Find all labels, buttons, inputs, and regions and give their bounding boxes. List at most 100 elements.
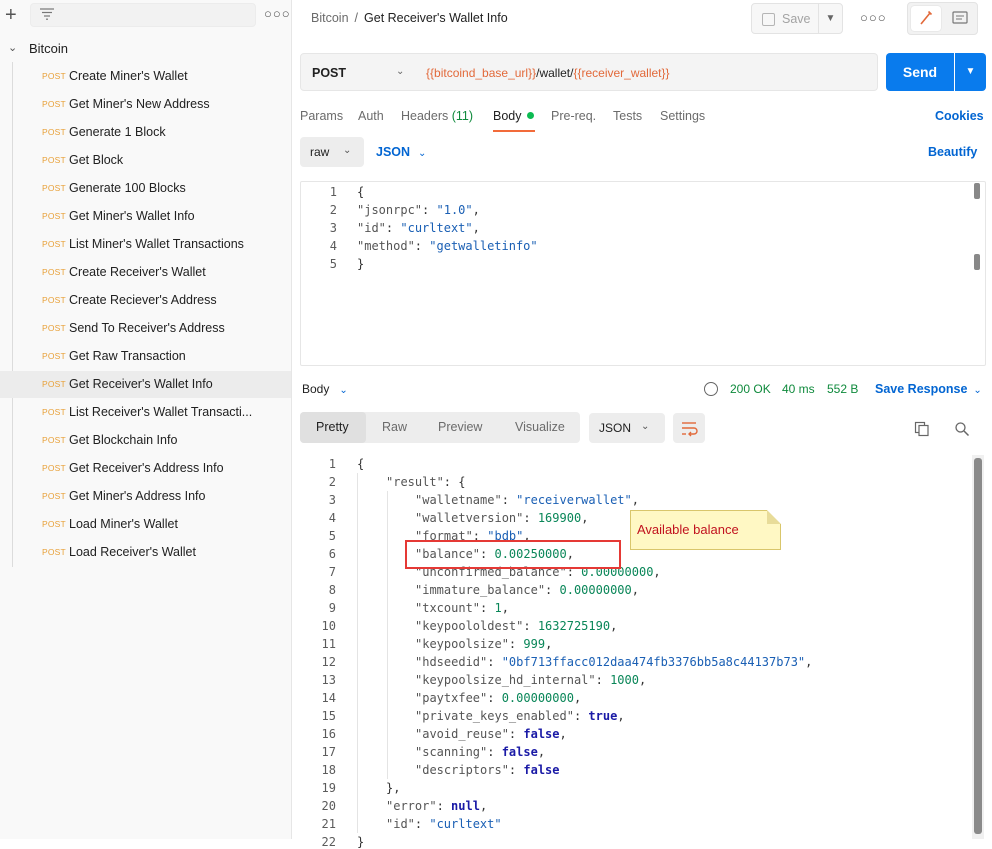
request-name: Get Miner's Wallet Info bbox=[69, 209, 195, 223]
code-line: "jsonrpc": "1.0", bbox=[357, 203, 480, 217]
tab-prereq[interactable]: Pre-req. bbox=[551, 109, 596, 123]
response-format-select[interactable]: JSON ⌄ bbox=[589, 413, 665, 443]
code-token: : bbox=[414, 817, 430, 831]
editor-scrollbar[interactable] bbox=[974, 183, 980, 199]
line-number: 2 bbox=[329, 203, 337, 217]
tab-raw[interactable]: Raw bbox=[382, 420, 407, 434]
line-number: 3 bbox=[329, 221, 337, 235]
body-language-select[interactable]: JSON ⌄ bbox=[376, 145, 426, 159]
tab-settings[interactable]: Settings bbox=[660, 109, 705, 123]
tab-headers[interactable]: Headers (11) bbox=[401, 109, 473, 123]
annotation-note-text: Available balance bbox=[637, 522, 739, 537]
code-token: : bbox=[508, 637, 524, 651]
sidebar-request-item[interactable]: POST Get Receiver's Address Info bbox=[0, 455, 291, 482]
sidebar-request-item[interactable]: POST Get Blockchain Info bbox=[0, 427, 291, 454]
tab-body[interactable]: Body bbox=[493, 109, 522, 123]
page-title[interactable]: Get Receiver's Wallet Info bbox=[364, 11, 508, 25]
indent-guide bbox=[387, 491, 388, 779]
code-token: "0bf713ffacc012daa474fb3376bb5a8c44137b7… bbox=[501, 655, 806, 669]
request-method-badge: POST bbox=[42, 519, 66, 529]
method-select[interactable]: POST ⌄ bbox=[300, 53, 416, 91]
sidebar-request-item[interactable]: POST Create Miner's Wallet bbox=[0, 63, 291, 90]
tab-pretty[interactable]: Pretty bbox=[316, 420, 349, 434]
collection-header[interactable]: ⌄ Bitcoin bbox=[0, 38, 292, 60]
indent-guide bbox=[357, 473, 358, 833]
tab-tests[interactable]: Tests bbox=[613, 109, 642, 123]
code-line: "keypoolsize": 999, bbox=[415, 637, 552, 651]
tab-preview[interactable]: Preview bbox=[438, 420, 482, 434]
sidebar-request-item[interactable]: POST Generate 1 Block bbox=[0, 119, 291, 146]
save-response-button[interactable]: Save Response ⌄ bbox=[875, 382, 982, 396]
editor-scrollbar[interactable] bbox=[974, 254, 980, 270]
beautify-button[interactable]: Beautify bbox=[928, 145, 977, 159]
breadcrumb-parent[interactable]: Bitcoin bbox=[311, 11, 349, 25]
more-icon[interactable]: ○○○ bbox=[264, 6, 291, 21]
code-line: "result": { bbox=[386, 475, 465, 489]
response-size[interactable]: 552 B bbox=[827, 382, 858, 396]
tab-params[interactable]: Params bbox=[300, 109, 343, 123]
url-input[interactable]: {{bitcoind_base_url}}/wallet/{{receiver_… bbox=[415, 53, 878, 91]
code-line: "descriptors": false bbox=[415, 763, 560, 777]
tab-auth[interactable]: Auth bbox=[358, 109, 384, 123]
request-method-badge: POST bbox=[42, 463, 66, 473]
tab-visualize[interactable]: Visualize bbox=[515, 420, 565, 434]
cookies-link[interactable]: Cookies bbox=[935, 109, 984, 123]
response-status[interactable]: 200 OK bbox=[730, 382, 771, 396]
collection-name: Bitcoin bbox=[29, 41, 69, 56]
save-dropdown-button[interactable]: ▼ bbox=[818, 3, 843, 34]
view-mode-toggle bbox=[907, 2, 978, 35]
body-indicator-dot bbox=[527, 112, 534, 119]
sidebar-request-item[interactable]: POST Load Receiver's Wallet bbox=[0, 539, 291, 566]
sidebar-request-item[interactable]: POST Create Receiver's Wallet bbox=[0, 259, 291, 286]
wrap-lines-button[interactable] bbox=[673, 413, 705, 443]
plus-icon[interactable]: + bbox=[5, 4, 17, 26]
line-number: 8 bbox=[328, 583, 336, 597]
save-label: Save bbox=[782, 12, 811, 26]
more-icon[interactable]: ○○○ bbox=[860, 10, 887, 25]
sidebar-request-item[interactable]: POST Get Miner's Wallet Info bbox=[0, 203, 291, 230]
response-time[interactable]: 40 ms bbox=[782, 382, 815, 396]
line-number: 7 bbox=[328, 565, 336, 579]
line-number: 15 bbox=[321, 709, 336, 723]
edit-button[interactable] bbox=[911, 6, 941, 31]
response-scrollbar[interactable] bbox=[972, 455, 984, 839]
scrollbar-thumb[interactable] bbox=[974, 458, 982, 834]
sidebar-request-item[interactable]: POST Send To Receiver's Address bbox=[0, 315, 291, 342]
response-section-select[interactable]: Body ⌄ bbox=[302, 382, 348, 396]
globe-icon[interactable] bbox=[704, 382, 718, 396]
sidebar-request-item[interactable]: POST Get Miner's New Address bbox=[0, 91, 291, 118]
sidebar-request-item[interactable]: POST Get Raw Transaction bbox=[0, 343, 291, 370]
sidebar-request-item[interactable]: POST Get Receiver's Wallet Info bbox=[0, 371, 291, 398]
sidebar-request-item[interactable]: POST Get Block bbox=[0, 147, 291, 174]
request-body-editor[interactable]: 1 {2 "jsonrpc": "1.0", 3 "id": "curltext", 4 "… bbox=[300, 181, 986, 366]
line-number: 20 bbox=[321, 799, 336, 813]
request-method-badge: POST bbox=[42, 127, 66, 137]
copy-icon[interactable] bbox=[914, 421, 930, 437]
sidebar-request-item[interactable]: POST List Miner's Wallet Transactions bbox=[0, 231, 291, 258]
url-path: /wallet/ bbox=[536, 66, 574, 80]
request-method-badge: POST bbox=[42, 547, 66, 557]
sidebar-request-item[interactable]: POST Get Miner's Address Info bbox=[0, 483, 291, 510]
sidebar-request-item[interactable]: POST Generate 100 Blocks bbox=[0, 175, 291, 202]
send-button[interactable]: Send bbox=[886, 53, 954, 91]
code-line: "txcount": 1, bbox=[415, 601, 509, 615]
code-token: , bbox=[653, 565, 661, 579]
save-button[interactable]: Save bbox=[751, 3, 819, 34]
code-token: "avoid_reuse" bbox=[415, 727, 509, 741]
line-number: 18 bbox=[321, 763, 336, 777]
body-mode-select[interactable]: raw ⌄ bbox=[300, 137, 364, 167]
code-token: : bbox=[545, 583, 560, 597]
code-token: false bbox=[523, 727, 560, 741]
annotation-note: Available balance bbox=[630, 510, 781, 550]
code-line: "avoid_reuse": false, bbox=[415, 727, 567, 741]
sidebar-request-item[interactable]: POST List Receiver's Wallet Transacti... bbox=[0, 399, 291, 426]
code-token: : bbox=[508, 727, 524, 741]
sidebar-request-item[interactable]: POST Create Reciever's Address bbox=[0, 287, 291, 314]
search-icon[interactable] bbox=[954, 421, 970, 437]
filter-input[interactable] bbox=[30, 3, 256, 27]
comments-button[interactable] bbox=[945, 6, 975, 31]
code-line: "immature_balance": 0.00000000, bbox=[415, 583, 639, 597]
sidebar-request-item[interactable]: POST Load Miner's Wallet bbox=[0, 511, 291, 538]
send-dropdown-button[interactable]: ▼ bbox=[955, 53, 986, 91]
code-token: "hdseedid" bbox=[415, 655, 488, 669]
